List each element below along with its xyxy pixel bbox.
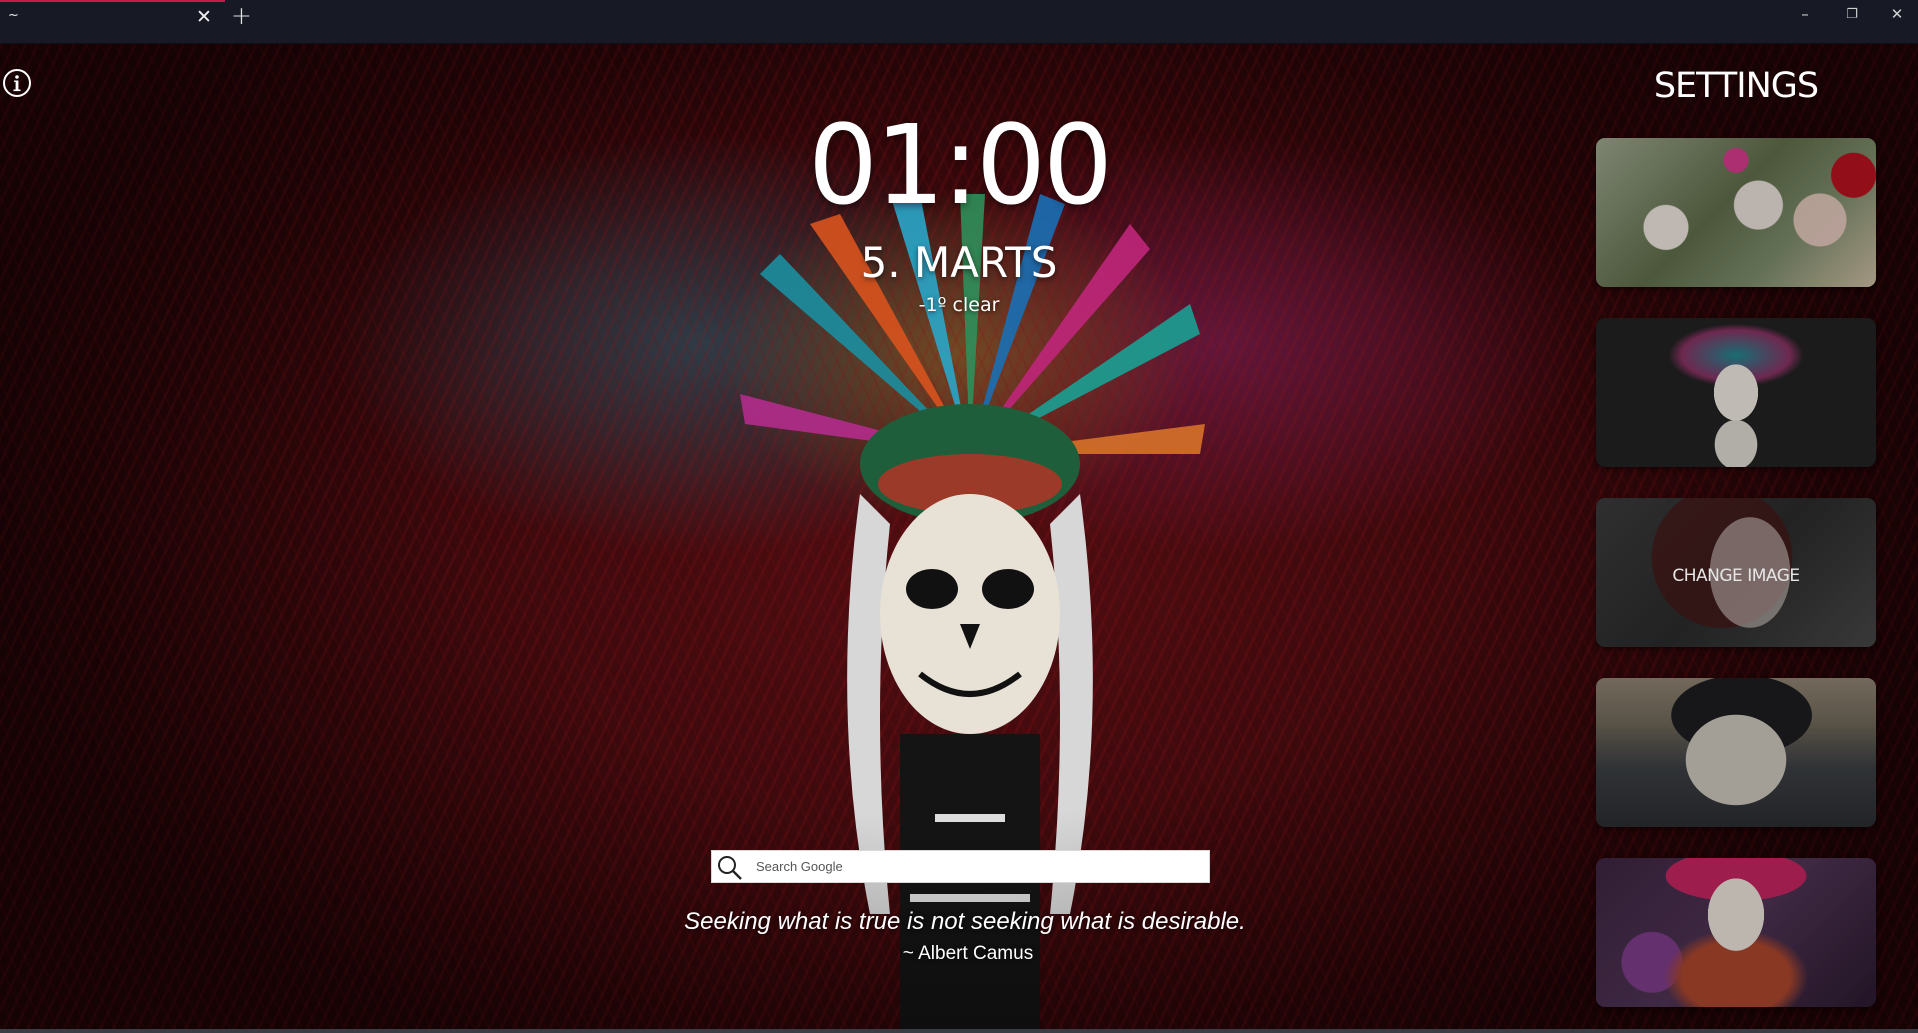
search-icon[interactable] bbox=[716, 854, 744, 882]
search-input[interactable]: Search Google bbox=[711, 850, 1210, 883]
new-tab-button[interactable]: + bbox=[231, 1, 252, 30]
thumbnail-overlay bbox=[1596, 678, 1876, 827]
title-bar: ~ ✕ + – ❐ ✕ bbox=[0, 0, 1918, 44]
window-close-button[interactable]: ✕ bbox=[1882, 5, 1912, 23]
minimize-button[interactable]: – bbox=[1790, 5, 1820, 23]
wallpaper-thumbnail-1[interactable] bbox=[1596, 138, 1876, 287]
info-icon[interactable] bbox=[2, 68, 32, 98]
thumbnail-overlay bbox=[1596, 318, 1876, 467]
tab-title: ~ bbox=[8, 8, 19, 23]
change-image-label: CHANGE IMAGE bbox=[1672, 566, 1800, 586]
weather-status: -1º clear bbox=[918, 294, 1000, 316]
close-icon[interactable]: ✕ bbox=[196, 6, 212, 28]
thumbnail-overlay bbox=[1596, 138, 1876, 287]
wallpaper-thumbnail-4[interactable] bbox=[1596, 678, 1876, 827]
wallpaper-thumbnail-5[interactable] bbox=[1596, 858, 1876, 1007]
change-image-button[interactable]: CHANGE IMAGE bbox=[1596, 498, 1876, 647]
search-placeholder: Search Google bbox=[756, 859, 843, 874]
restore-button[interactable]: ❐ bbox=[1837, 7, 1867, 22]
wallpaper-thumbnail-2[interactable] bbox=[1596, 318, 1876, 467]
bottom-strip bbox=[0, 1029, 1918, 1033]
thumbnail-overlay bbox=[1596, 858, 1876, 1007]
browser-tab[interactable]: ~ ✕ bbox=[0, 0, 225, 43]
settings-title[interactable]: SETTINGS bbox=[1596, 66, 1876, 106]
